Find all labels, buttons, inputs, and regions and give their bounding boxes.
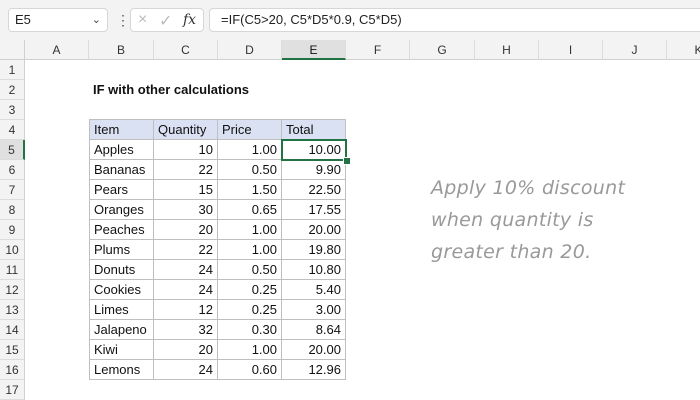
table-header-cell[interactable]: Price xyxy=(218,119,282,140)
table-cell[interactable]: 17.55 xyxy=(282,200,346,220)
column-header-g[interactable]: G xyxy=(410,40,475,60)
table-cell[interactable]: 9.90 xyxy=(282,160,346,180)
table-cell[interactable]: 19.80 xyxy=(282,240,346,260)
table-cell[interactable]: 8.64 xyxy=(282,320,346,340)
column-header-k[interactable]: K xyxy=(667,40,700,60)
table-header-cell[interactable]: Total xyxy=(282,119,346,140)
table-cell[interactable]: Cookies xyxy=(89,280,154,300)
insert-function-icon[interactable]: fx xyxy=(183,12,196,28)
row-header-14[interactable]: 14 xyxy=(0,320,25,340)
table-cell[interactable]: 0.25 xyxy=(218,280,282,300)
table-cell[interactable]: Plums xyxy=(89,240,154,260)
table-cell[interactable]: 0.30 xyxy=(218,320,282,340)
table-cell[interactable]: 20 xyxy=(154,220,218,240)
table-cell[interactable]: Pears xyxy=(89,180,154,200)
table-cell[interactable]: Oranges xyxy=(89,200,154,220)
table-cell[interactable]: 22 xyxy=(154,160,218,180)
formula-input[interactable]: =IF(C5>20, C5*D5*0.9, C5*D5) xyxy=(209,8,700,32)
row-header-10[interactable]: 10 xyxy=(0,240,25,260)
enter-icon[interactable]: ✓ xyxy=(159,11,172,31)
row-header-12[interactable]: 12 xyxy=(0,280,25,300)
table-cell[interactable]: 10 xyxy=(154,140,218,160)
table-cell[interactable]: 0.50 xyxy=(218,160,282,180)
table-cell[interactable]: 0.50 xyxy=(218,260,282,280)
table-cell[interactable]: 15 xyxy=(154,180,218,200)
table-cell[interactable]: 24 xyxy=(154,280,218,300)
fill-handle[interactable] xyxy=(343,157,351,165)
note-line: Apply 10% discount xyxy=(431,177,626,199)
chevron-down-icon[interactable]: ⌄ xyxy=(92,9,101,31)
table-cell[interactable]: 12 xyxy=(154,300,218,320)
column-header-a[interactable]: A xyxy=(25,40,89,60)
table-cell[interactable]: Bananas xyxy=(89,160,154,180)
table-cell[interactable]: 10.80 xyxy=(282,260,346,280)
table-cell[interactable]: 0.65 xyxy=(218,200,282,220)
column-header-h[interactable]: H xyxy=(475,40,539,60)
active-cell-border xyxy=(281,139,347,161)
select-all-corner[interactable] xyxy=(0,40,25,60)
note-line: greater than 20. xyxy=(431,241,592,263)
row-header-1[interactable]: 1 xyxy=(0,60,25,80)
column-header-d[interactable]: D xyxy=(218,40,282,60)
column-header-b[interactable]: B xyxy=(89,40,154,60)
table-cell[interactable]: Peaches xyxy=(89,220,154,240)
column-header-c[interactable]: C xyxy=(154,40,218,60)
table-cell[interactable]: 30 xyxy=(154,200,218,220)
row-header-15[interactable]: 15 xyxy=(0,340,25,360)
table-cell[interactable]: 20 xyxy=(154,340,218,360)
table-cell[interactable]: 32 xyxy=(154,320,218,340)
name-box-value: E5 xyxy=(15,12,31,27)
table-cell[interactable]: Lemons xyxy=(89,360,154,380)
column-header-i[interactable]: I xyxy=(539,40,603,60)
more-options-icon[interactable]: ⋮ xyxy=(116,10,130,30)
formula-buttons: × ✓ fx xyxy=(130,8,204,32)
cancel-icon[interactable]: × xyxy=(138,11,147,29)
formula-bar: E5 ⌄ ⋮ × ✓ fx =IF(C5>20, C5*D5*0.9, C5*D… xyxy=(0,0,700,40)
table-header-cell[interactable]: Item xyxy=(89,119,154,140)
row-header-9[interactable]: 9 xyxy=(0,220,25,240)
table-cell[interactable]: 20.00 xyxy=(282,340,346,360)
table-cell[interactable]: Jalapeno xyxy=(89,320,154,340)
row-header-7[interactable]: 7 xyxy=(0,180,25,200)
table-cell[interactable]: Kiwi xyxy=(89,340,154,360)
row-header-8[interactable]: 8 xyxy=(0,200,25,220)
name-box[interactable]: E5 ⌄ xyxy=(8,8,108,32)
row-header-5[interactable]: 5 xyxy=(0,140,25,160)
table-cell[interactable]: 3.00 xyxy=(282,300,346,320)
table-cell[interactable]: 22 xyxy=(154,240,218,260)
row-header-13[interactable]: 13 xyxy=(0,300,25,320)
table-cell[interactable]: Limes xyxy=(89,300,154,320)
table-cell[interactable]: 20.00 xyxy=(282,220,346,240)
table-cell[interactable]: 1.00 xyxy=(218,220,282,240)
row-header-3[interactable]: 3 xyxy=(0,100,25,120)
table-cell[interactable]: 1.00 xyxy=(218,140,282,160)
table-cell[interactable]: 1.50 xyxy=(218,180,282,200)
table-cell[interactable]: 24 xyxy=(154,260,218,280)
table-cell[interactable]: 0.25 xyxy=(218,300,282,320)
row-header-17[interactable]: 17 xyxy=(0,380,25,400)
table-cell[interactable]: 12.96 xyxy=(282,360,346,380)
table-header-cell[interactable]: Quantity xyxy=(154,119,218,140)
column-header-e[interactable]: E xyxy=(282,40,346,60)
table-cell[interactable]: Apples xyxy=(89,140,154,160)
table-cell[interactable]: 1.00 xyxy=(218,240,282,260)
note-text: Apply 10% discount when quantity is greate… xyxy=(431,172,625,268)
row-header-11[interactable]: 11 xyxy=(0,260,25,280)
table-cell[interactable]: 24 xyxy=(154,360,218,380)
table-cell[interactable]: 22.50 xyxy=(282,180,346,200)
column-header-j[interactable]: J xyxy=(603,40,667,60)
table-cell[interactable]: 5.40 xyxy=(282,280,346,300)
row-header-6[interactable]: 6 xyxy=(0,160,25,180)
table-cell[interactable]: Donuts xyxy=(89,260,154,280)
note-line: when quantity is xyxy=(431,209,594,231)
row-header-2[interactable]: 2 xyxy=(0,80,25,100)
sheet-title: IF with other calculations xyxy=(93,82,250,97)
table-cell[interactable]: 1.00 xyxy=(218,340,282,360)
row-header-4[interactable]: 4 xyxy=(0,120,25,140)
column-header-f[interactable]: F xyxy=(346,40,410,60)
table-cell[interactable]: 0.60 xyxy=(218,360,282,380)
row-header-16[interactable]: 16 xyxy=(0,360,25,380)
